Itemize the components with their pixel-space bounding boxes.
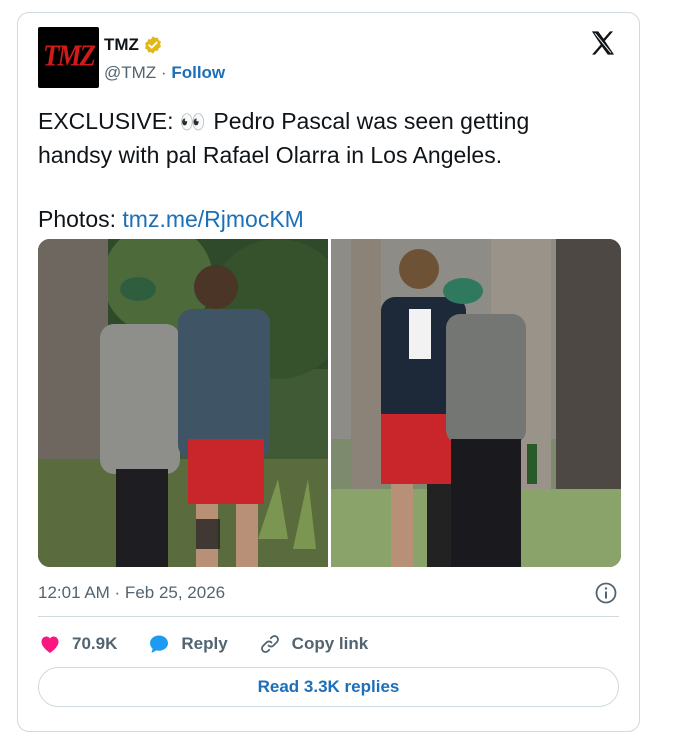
divider [38,616,619,617]
like-count: 70.9K [72,634,118,653]
follow-link[interactable]: Follow [171,63,225,82]
reply-label: Reply [181,634,228,653]
verified-badge-icon [145,36,161,54]
author-name[interactable]: TMZ [104,35,139,55]
copy-link-button[interactable]: Copy link [258,632,369,656]
tweet-timestamp[interactable]: 12:01 AM · Feb 25, 2026 [38,583,225,603]
tweet-header: TMZ TMZ @TMZ · Follow [38,27,619,89]
author-handle-row: @TMZ · Follow [104,63,225,83]
tweet-text: EXCLUSIVE: 👀 Pedro Pascal was seen getti… [38,105,598,235]
copy-link-label: Copy link [291,634,369,653]
photo-grid [38,239,621,567]
photo-left-image [38,239,328,567]
photos-label: Photos: [38,206,123,232]
reply-bubble-icon [150,635,169,653]
tweet-line-1: EXCLUSIVE: 👀 Pedro Pascal was seen getti… [38,105,598,139]
tweet-line-1-prefix: EXCLUSIVE: [38,108,180,134]
link-icon [260,635,279,653]
tweet-line-1-suffix: Pedro Pascal was seen getting [207,108,530,134]
tweet-photos-line: Photos: tmz.me/RjmocKM [38,203,598,235]
tweet-line-2: handsy with pal Rafael Olarra in Los Ang… [38,142,503,168]
handle-separator: · [160,63,167,82]
read-replies-button[interactable]: Read 3.3K replies [38,667,619,707]
avatar[interactable]: TMZ [38,27,99,88]
photo-right-image [331,239,621,567]
info-icon[interactable] [594,581,618,605]
author-name-row: TMZ [104,35,163,55]
reply-button[interactable]: Reply [147,632,228,656]
photos-link[interactable]: tmz.me/RjmocKM [122,206,303,232]
eyes-emoji: 👀 [179,111,208,134]
x-logo-icon[interactable] [589,29,617,57]
heart-icon [41,636,59,653]
photo-left[interactable] [38,239,328,567]
avatar-logo-text: TMZ [43,37,96,73]
tweet-card: TMZ TMZ @TMZ · Follow EXCLUSIVE: 👀 Pedro… [17,12,640,732]
author-handle[interactable]: @TMZ [104,63,156,82]
like-button[interactable]: 70.9K [38,632,117,656]
photo-right[interactable] [331,239,621,567]
action-bar: 70.9K Reply Copy link [38,629,398,659]
